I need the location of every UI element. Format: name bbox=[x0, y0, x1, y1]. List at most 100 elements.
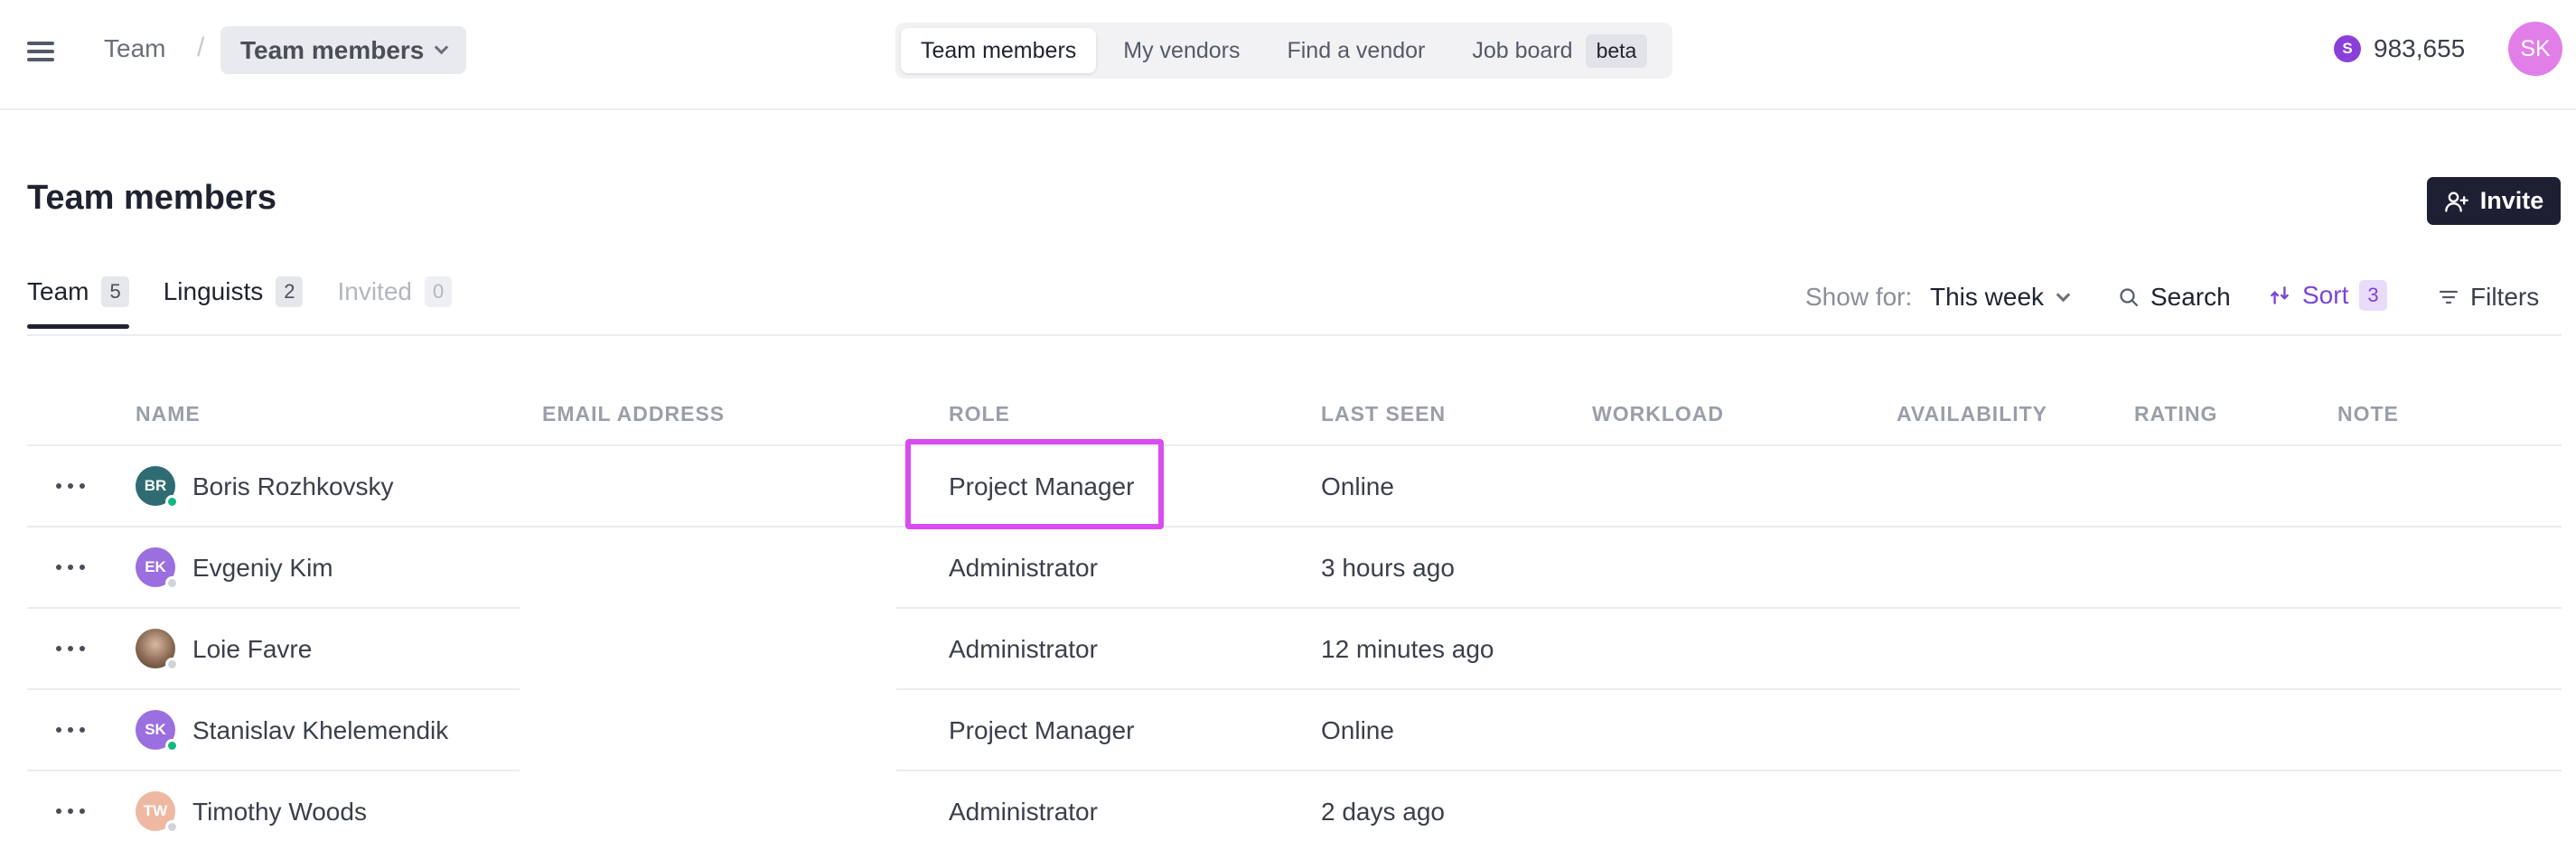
sort-button[interactable]: Sort 3 bbox=[2268, 280, 2387, 311]
credits-value: 983,655 bbox=[2374, 34, 2466, 62]
row-divider bbox=[27, 770, 520, 771]
top-bar: Team / Team members Team members My vend… bbox=[0, 0, 2576, 110]
more-actions-icon[interactable] bbox=[56, 643, 85, 654]
column-header-role[interactable]: ROLE bbox=[949, 402, 1010, 426]
tab-invited[interactable]: Invited 0 bbox=[337, 276, 453, 329]
column-header-note[interactable]: NOTE bbox=[2337, 402, 2399, 426]
row-divider bbox=[896, 770, 2562, 771]
tab-count-badge: 5 bbox=[101, 276, 129, 307]
add-user-icon bbox=[2444, 191, 2468, 212]
nav-tab-job-board[interactable]: Job board beta bbox=[1452, 28, 1667, 73]
column-header-name[interactable]: NAME bbox=[136, 402, 201, 426]
row-divider bbox=[896, 688, 2562, 690]
more-actions-icon[interactable] bbox=[56, 562, 85, 573]
sort-label: Sort bbox=[2302, 281, 2349, 309]
nav-tab-team-members[interactable]: Team members bbox=[901, 28, 1097, 73]
credits-coin-icon: S bbox=[2334, 35, 2361, 62]
member-role: Administrator bbox=[949, 635, 1098, 663]
column-header-workload[interactable]: WORKLOAD bbox=[1592, 402, 1724, 426]
more-actions-icon[interactable] bbox=[56, 724, 85, 735]
member-role: Project Manager bbox=[949, 716, 1135, 744]
member-last-seen: 12 minutes ago bbox=[1321, 635, 1494, 663]
nav-tab-my-vendors[interactable]: My vendors bbox=[1103, 28, 1260, 73]
sort-count-badge: 3 bbox=[2359, 280, 2387, 311]
filter-icon bbox=[2439, 290, 2459, 304]
chevron-down-icon bbox=[435, 40, 449, 55]
avatar-initials: SK bbox=[145, 721, 166, 738]
chevron-down-icon bbox=[2056, 287, 2071, 302]
tab-label: Team bbox=[27, 277, 89, 305]
show-for-label: Show for: bbox=[1805, 283, 1913, 311]
online-status-icon bbox=[165, 495, 179, 509]
invite-button[interactable]: Invite bbox=[2427, 177, 2561, 225]
sort-icon bbox=[2271, 286, 2289, 304]
breadcrumb-current-dropdown[interactable]: Team members bbox=[220, 26, 467, 74]
member-role: Administrator bbox=[949, 798, 1098, 826]
credits-balance[interactable]: S 983,655 bbox=[2334, 34, 2465, 63]
row-divider bbox=[27, 526, 2562, 528]
breadcrumb-current-label: Team members bbox=[240, 35, 425, 64]
row-divider bbox=[27, 607, 520, 609]
role-highlight-box bbox=[905, 439, 1164, 529]
avatar: BR bbox=[136, 466, 179, 509]
breadcrumb-separator: / bbox=[197, 33, 205, 62]
avatar: EK bbox=[136, 547, 179, 590]
avatar: TW bbox=[136, 791, 179, 834]
avatar-photo bbox=[136, 629, 179, 671]
hamburger-menu-icon[interactable] bbox=[25, 38, 56, 65]
avatar-initials: TW bbox=[143, 802, 168, 819]
member-last-seen: 3 hours ago bbox=[1321, 554, 1455, 582]
online-status-icon bbox=[165, 739, 179, 752]
avatar-initials: BR bbox=[144, 477, 167, 494]
table-header-divider bbox=[27, 444, 2562, 446]
offline-status-icon bbox=[165, 576, 179, 590]
column-header-rating[interactable]: RATING bbox=[2134, 402, 2217, 426]
tabs-divider bbox=[27, 334, 2562, 336]
tab-label: Linguists bbox=[163, 277, 264, 305]
more-actions-icon[interactable] bbox=[56, 806, 85, 817]
avatar: SK bbox=[136, 710, 179, 752]
column-header-last-seen[interactable]: LAST SEEN bbox=[1321, 402, 1446, 426]
tab-count-badge: 0 bbox=[424, 276, 453, 307]
breadcrumb-team[interactable]: Team bbox=[104, 34, 165, 63]
period-dropdown[interactable]: This week bbox=[1930, 283, 2071, 312]
column-header-availability[interactable]: AVAILABILITY bbox=[1897, 402, 2047, 426]
column-header-email[interactable]: EMAIL ADDRESS bbox=[542, 402, 725, 426]
beta-badge: beta bbox=[1585, 33, 1648, 68]
tab-team[interactable]: Team 5 bbox=[27, 276, 129, 329]
avatar-initials: EK bbox=[145, 558, 166, 575]
member-name[interactable]: Boris Rozhkovsky bbox=[192, 472, 394, 501]
search-button[interactable]: Search bbox=[2118, 283, 2231, 312]
invite-label: Invite bbox=[2479, 187, 2544, 214]
filters-button[interactable]: Filters bbox=[2438, 283, 2539, 312]
member-name[interactable]: Evgeniy Kim bbox=[192, 554, 333, 583]
user-avatar[interactable]: SK bbox=[2508, 22, 2562, 76]
member-name[interactable]: Timothy Woods bbox=[192, 798, 367, 827]
search-icon bbox=[2120, 288, 2139, 307]
offline-status-icon bbox=[165, 820, 179, 834]
filters-label: Filters bbox=[2470, 283, 2540, 311]
member-name[interactable]: Stanislav Khelemendik bbox=[192, 716, 448, 745]
nav-tab-label: Team members bbox=[921, 37, 1077, 63]
offline-status-icon bbox=[165, 658, 179, 671]
member-last-seen: 2 days ago bbox=[1321, 798, 1445, 826]
nav-tab-label: Find a vendor bbox=[1287, 37, 1426, 63]
tab-count-badge: 2 bbox=[276, 276, 304, 307]
period-value: This week bbox=[1930, 283, 2045, 311]
member-name[interactable]: Loie Favre bbox=[192, 635, 312, 664]
tab-label: Invited bbox=[337, 277, 412, 305]
member-tabs: Team 5 Linguists 2 Invited 0 bbox=[27, 276, 453, 329]
nav-tab-label: My vendors bbox=[1123, 37, 1241, 63]
page-title: Team members bbox=[27, 179, 276, 217]
search-label: Search bbox=[2150, 283, 2231, 311]
member-last-seen: Online bbox=[1321, 716, 1394, 744]
member-role: Administrator bbox=[949, 554, 1098, 582]
member-last-seen: Online bbox=[1321, 472, 1394, 500]
nav-tab-find-a-vendor[interactable]: Find a vendor bbox=[1267, 28, 1445, 73]
nav-tab-label: Job board bbox=[1472, 37, 1573, 63]
top-nav-tabs: Team members My vendors Find a vendor Jo… bbox=[895, 23, 1673, 79]
row-divider bbox=[896, 607, 2562, 609]
tab-linguists[interactable]: Linguists 2 bbox=[164, 276, 304, 329]
more-actions-icon[interactable] bbox=[56, 481, 85, 491]
row-divider bbox=[27, 688, 520, 690]
